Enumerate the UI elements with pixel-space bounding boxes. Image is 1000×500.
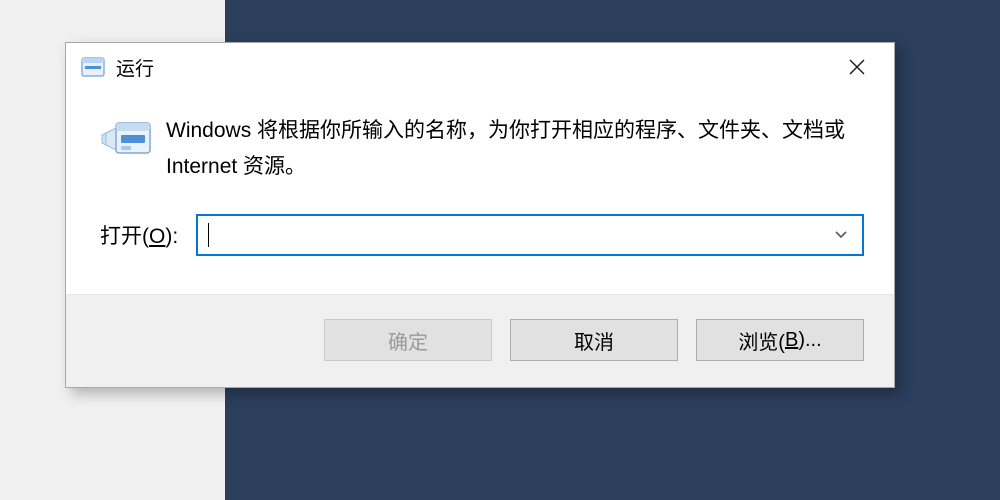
run-titlebar-icon xyxy=(80,54,106,80)
description-row: Windows 将根据你所输入的名称，为你打开相应的程序、文件夹、文档或 Int… xyxy=(96,113,864,184)
description-text: Windows 将根据你所输入的名称，为你打开相应的程序、文件夹、文档或 Int… xyxy=(166,113,864,184)
titlebar: 运行 xyxy=(66,43,894,91)
dialog-title: 运行 xyxy=(116,54,834,81)
open-input[interactable] xyxy=(209,216,830,254)
open-label: 打开(O): xyxy=(96,220,196,250)
browse-button[interactable]: 浏览(B)... xyxy=(696,319,864,361)
dialog-body: Windows 将根据你所输入的名称，为你打开相应的程序、文件夹、文档或 Int… xyxy=(66,91,894,256)
open-input-row: 打开(O): xyxy=(96,214,864,256)
run-dialog: 运行 Windows 将根据你所输入的名称，为你打开相应的程序、文件夹、文档或 … xyxy=(65,42,895,388)
close-button[interactable] xyxy=(834,50,880,84)
run-icon xyxy=(96,113,166,168)
chevron-down-icon[interactable] xyxy=(830,227,852,243)
button-row: 确定 取消 浏览(B)... xyxy=(66,294,894,387)
open-combobox[interactable] xyxy=(196,214,864,256)
cancel-button[interactable]: 取消 xyxy=(510,319,678,361)
ok-button: 确定 xyxy=(324,319,492,361)
